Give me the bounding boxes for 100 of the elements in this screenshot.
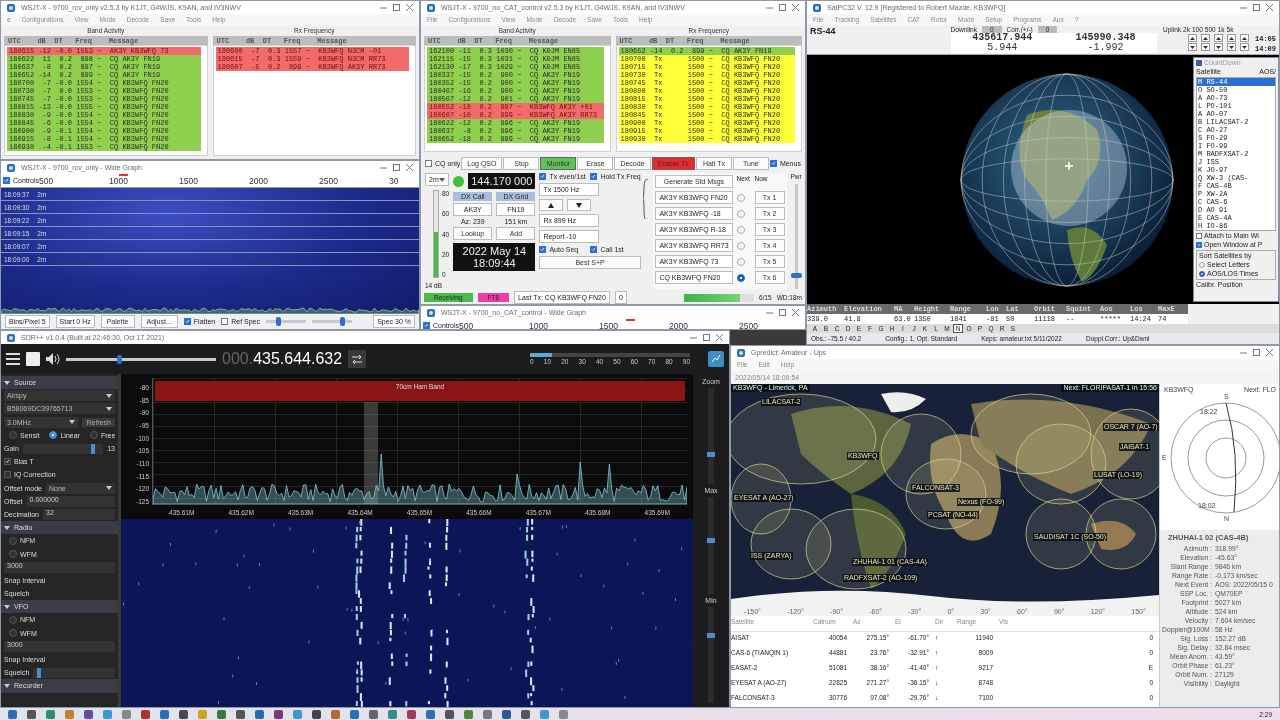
doppler-shift: -1.992 bbox=[1086, 43, 1125, 53]
slider-thumb[interactable] bbox=[276, 317, 281, 326]
checkbox[interactable] bbox=[183, 318, 191, 325]
close-icon[interactable] bbox=[792, 4, 799, 11]
caret-icon bbox=[106, 393, 112, 398]
speaker-icon[interactable] bbox=[46, 353, 60, 365]
scale-label: 1500 bbox=[599, 320, 618, 329]
down-arrow-button[interactable] bbox=[567, 199, 592, 211]
close-icon[interactable] bbox=[792, 309, 799, 316]
checkbox[interactable] bbox=[3, 177, 10, 184]
swap-button[interactable] bbox=[348, 350, 367, 368]
up-arrow-icon bbox=[1216, 36, 1221, 40]
settings-icon[interactable] bbox=[708, 351, 724, 367]
step-down-button[interactable] bbox=[1227, 43, 1236, 51]
step-up-button[interactable] bbox=[1240, 34, 1249, 42]
up-arrow-icon bbox=[1190, 36, 1195, 40]
scale-label: 1000 bbox=[529, 320, 548, 329]
close-icon[interactable] bbox=[406, 164, 413, 171]
app-icon bbox=[427, 308, 435, 317]
up-arrow-button[interactable] bbox=[539, 199, 564, 211]
step-down-button[interactable] bbox=[1201, 43, 1210, 51]
checkbox[interactable] bbox=[769, 159, 777, 167]
checkbox[interactable] bbox=[221, 318, 229, 325]
caret-icon bbox=[4, 604, 10, 609]
checkbox[interactable] bbox=[590, 173, 598, 180]
checkbox[interactable] bbox=[539, 173, 547, 180]
close-icon[interactable] bbox=[1266, 349, 1273, 356]
radio-button[interactable] bbox=[736, 273, 745, 282]
time-text: 18:09:44 bbox=[472, 257, 516, 269]
slider-thumb[interactable] bbox=[707, 537, 715, 543]
radio-button[interactable] bbox=[1199, 271, 1205, 277]
step-down-button[interactable] bbox=[1188, 43, 1197, 51]
scale-label: 1000 bbox=[109, 175, 128, 186]
step-up-button[interactable] bbox=[1227, 34, 1236, 42]
caret-icon bbox=[4, 380, 10, 385]
close-icon[interactable] bbox=[1266, 4, 1273, 11]
caret-icon bbox=[4, 525, 10, 530]
maximize-icon[interactable] bbox=[703, 334, 710, 341]
down-arrow-icon bbox=[1229, 45, 1234, 49]
slider-thumb[interactable] bbox=[790, 273, 802, 279]
down-arrow-icon bbox=[1190, 45, 1195, 49]
maximize-icon[interactable] bbox=[393, 164, 400, 171]
radio-button[interactable] bbox=[9, 615, 17, 624]
checkbox[interactable] bbox=[1196, 242, 1202, 248]
frequency-marker bbox=[626, 319, 635, 321]
maximize-icon[interactable] bbox=[779, 4, 786, 11]
step-up-button[interactable] bbox=[1188, 34, 1197, 42]
led-icon bbox=[453, 175, 465, 187]
step-up-button[interactable] bbox=[1201, 34, 1210, 42]
step-down-button[interactable] bbox=[1214, 43, 1223, 51]
frequency-marker bbox=[119, 174, 128, 176]
radio-button[interactable] bbox=[9, 550, 17, 559]
scale-label: 500 bbox=[459, 320, 474, 329]
slider-thumb[interactable] bbox=[37, 667, 42, 678]
radio-button[interactable] bbox=[9, 431, 17, 440]
maximize-icon[interactable] bbox=[393, 4, 400, 11]
frequency-display[interactable]: 000.435.644.632 bbox=[222, 350, 343, 368]
radio-button[interactable] bbox=[9, 629, 17, 638]
menu-icon[interactable] bbox=[6, 353, 20, 365]
scale-label: 2500 bbox=[739, 320, 758, 329]
slider-thumb[interactable] bbox=[340, 317, 345, 326]
doppler-shift: 5.944 bbox=[986, 43, 1019, 53]
satellite-name: RS-44 bbox=[810, 26, 837, 38]
down-arrow-icon bbox=[1203, 45, 1208, 49]
scale-label: 2000 bbox=[669, 320, 688, 329]
up-arrow-icon bbox=[548, 202, 555, 208]
app-icon bbox=[813, 3, 821, 12]
maximize-icon[interactable] bbox=[1253, 4, 1260, 11]
maximize-icon[interactable] bbox=[1253, 349, 1260, 356]
checkbox[interactable] bbox=[1196, 233, 1202, 239]
step-up-button[interactable] bbox=[1214, 34, 1223, 42]
caret-icon bbox=[106, 486, 112, 491]
step-down-button[interactable] bbox=[1240, 43, 1249, 51]
checkbox[interactable] bbox=[539, 246, 547, 253]
checkbox[interactable] bbox=[4, 471, 11, 479]
scale-label: 30 bbox=[389, 175, 399, 186]
app-icon bbox=[7, 3, 15, 12]
maximize-icon[interactable] bbox=[779, 309, 786, 316]
caret-icon bbox=[439, 177, 446, 182]
checkbox[interactable] bbox=[425, 159, 432, 167]
uplink-frequency: 145990.348 bbox=[1074, 33, 1137, 43]
radio-button[interactable] bbox=[49, 431, 58, 440]
radio-button[interactable] bbox=[89, 431, 98, 440]
checkbox[interactable] bbox=[4, 458, 11, 466]
slider-thumb[interactable] bbox=[707, 452, 715, 458]
caret-icon bbox=[69, 420, 76, 425]
downlink-frequency: 435617.944 bbox=[971, 33, 1034, 43]
scale-label: 1500 bbox=[179, 175, 198, 186]
close-icon[interactable] bbox=[406, 4, 413, 11]
checkbox[interactable] bbox=[590, 246, 598, 253]
slider-thumb[interactable] bbox=[707, 632, 715, 638]
close-icon[interactable] bbox=[716, 334, 723, 341]
up-arrow-icon bbox=[1229, 36, 1234, 40]
checkbox[interactable] bbox=[423, 322, 430, 329]
radio-button[interactable] bbox=[9, 536, 17, 545]
app-icon bbox=[737, 348, 745, 357]
slider-thumb[interactable] bbox=[91, 443, 96, 454]
brace-icon bbox=[643, 179, 650, 219]
down-arrow-icon bbox=[576, 202, 583, 208]
slider-thumb[interactable] bbox=[116, 354, 122, 364]
